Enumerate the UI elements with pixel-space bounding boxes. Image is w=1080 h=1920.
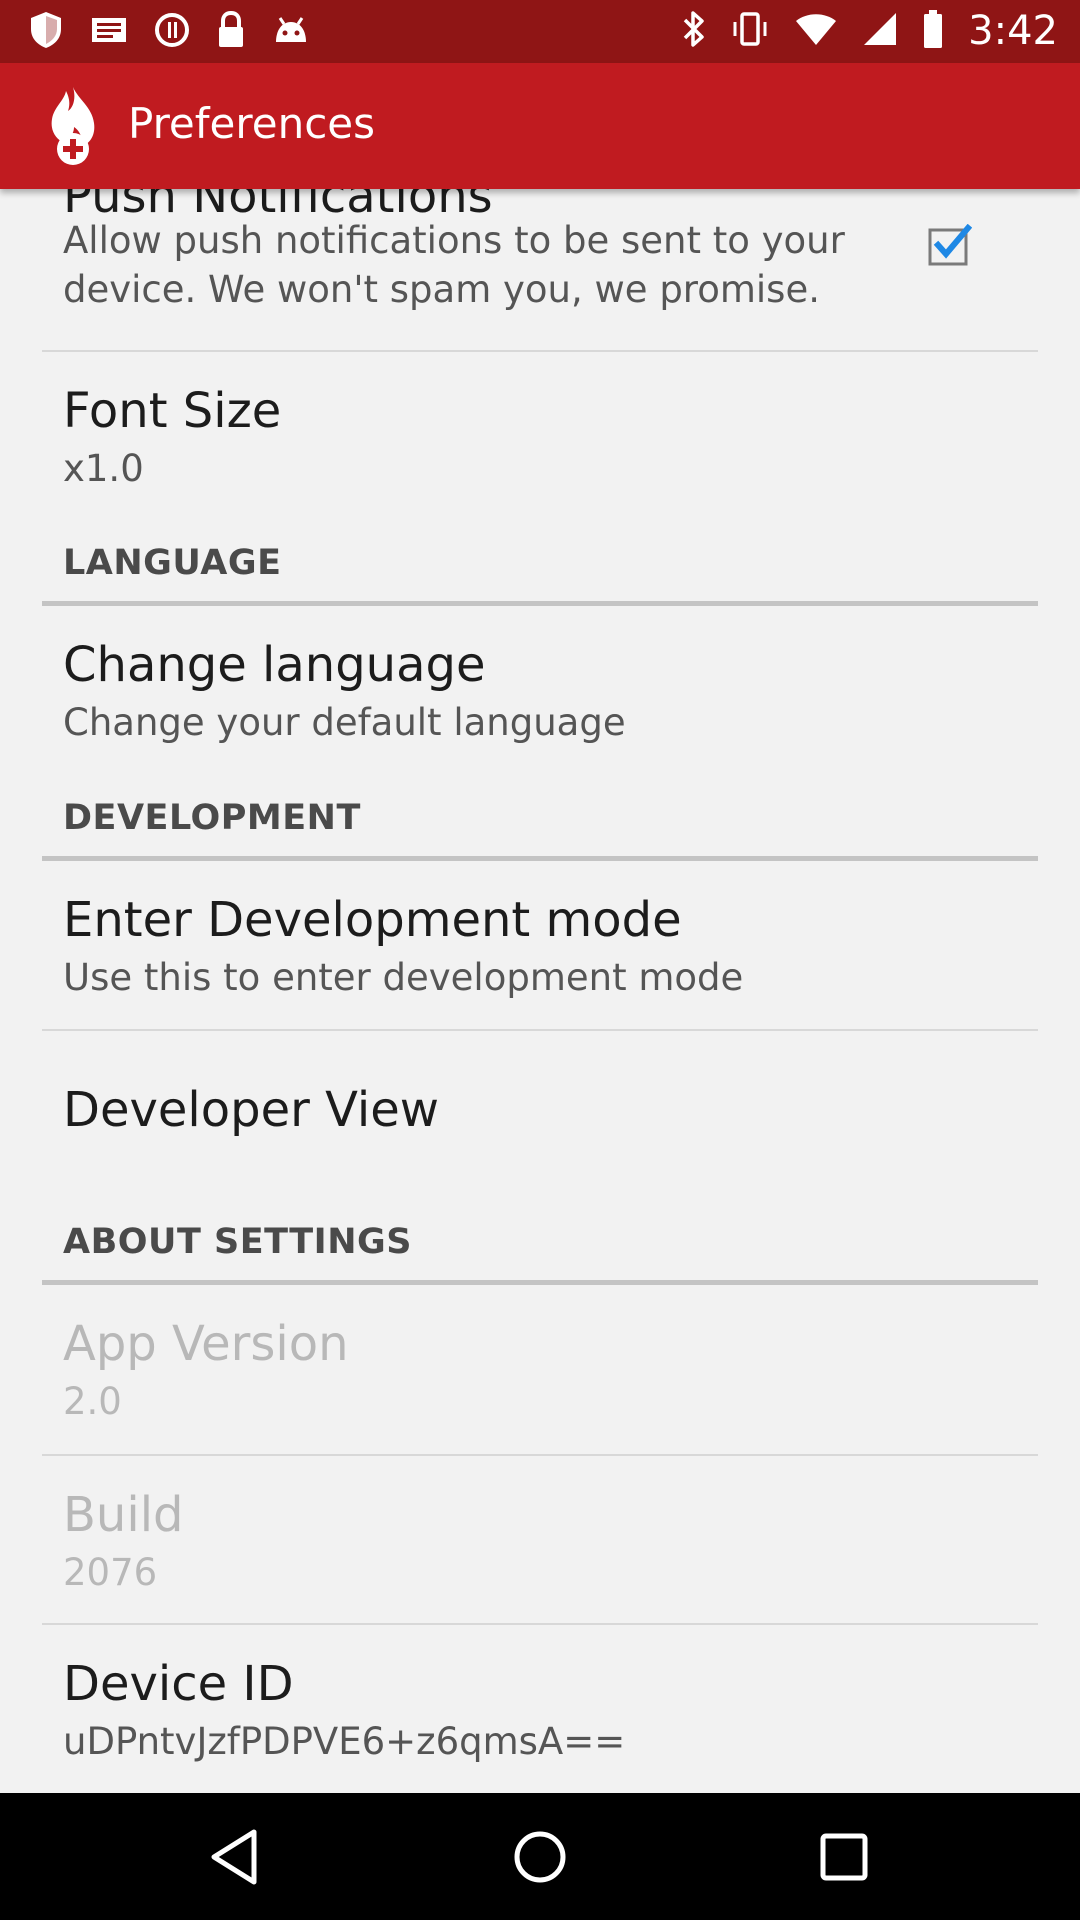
pref-title: Developer View [63, 1082, 440, 1138]
pref-push-notifications[interactable]: Push Notifications Allow push notificati… [63, 189, 1038, 340]
status-time: 3:42 [968, 8, 1058, 54]
pref-summary: uDPntvJzfPDPVE6+z6qmsA== [63, 1720, 626, 1763]
pref-device-id[interactable]: Device ID uDPntvJzfPDPVE6+z6qmsA== [63, 1625, 1038, 1793]
pref-build: Build 2076 [63, 1456, 1038, 1614]
category-about-settings: ABOUT SETTINGS [63, 1222, 412, 1262]
pref-summary: Change your default language [63, 701, 626, 744]
pref-developer-view[interactable]: Developer View [63, 1031, 1038, 1191]
recents-icon[interactable] [811, 1824, 877, 1890]
status-system: 3:42 [682, 8, 1058, 54]
vibrate-icon [730, 10, 770, 52]
android-icon [272, 14, 310, 46]
shield-icon [28, 10, 64, 50]
page-title: Preferences [128, 99, 376, 148]
pref-title: Change language [63, 637, 486, 693]
category-language: LANGUAGE [63, 543, 282, 583]
bluetooth-icon [682, 10, 706, 52]
pref-title: Font Size [63, 383, 282, 439]
status-notifications [28, 10, 310, 50]
pref-summary: 2076 [63, 1551, 158, 1594]
pref-title: Device ID [63, 1656, 294, 1712]
pref-summary: Allow push notifications to be sent to y… [63, 219, 845, 311]
pref-font-size[interactable]: Font Size x1.0 [63, 352, 1038, 562]
pref-title: App Version [63, 1316, 349, 1372]
signal-icon [862, 11, 898, 51]
pref-title: Build [63, 1487, 184, 1543]
push-notifications-checkbox[interactable] [928, 223, 973, 266]
category-development: DEVELOPMENT [63, 798, 361, 838]
navigation-bar [0, 1793, 1080, 1920]
wifi-icon [794, 11, 838, 51]
pref-title: Enter Development mode [63, 892, 682, 948]
back-icon[interactable] [202, 1824, 268, 1890]
pref-summary: x1.0 [63, 447, 144, 490]
pref-app-version: App Version 2.0 [63, 1285, 1038, 1443]
pref-summary: Use this to enter development mode [63, 956, 744, 999]
pref-development-mode[interactable]: Enter Development mode Use this to enter… [63, 861, 1038, 1018]
battery-icon [922, 9, 944, 53]
mail-icon [90, 15, 128, 45]
app-bar: Preferences [0, 63, 1080, 189]
home-icon[interactable] [507, 1824, 573, 1890]
preferences-list[interactable]: Push Notifications Allow push notificati… [0, 189, 1080, 1793]
lock-icon [216, 11, 246, 49]
flame-cross-logo-icon [44, 85, 102, 173]
pref-change-language[interactable]: Change language Change your default lang… [63, 606, 1038, 816]
sync-icon [154, 12, 190, 48]
pref-summary: 2.0 [63, 1380, 122, 1423]
status-bar: 3:42 [0, 0, 1080, 63]
